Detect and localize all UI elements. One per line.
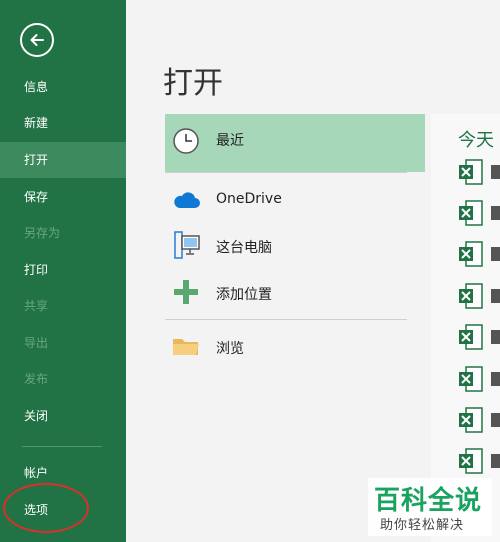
excel-file-icon[interactable] [458,240,484,268]
location-label: 浏览 [216,341,244,357]
file-name-fragment [491,330,500,344]
location-browse[interactable]: 浏览 [165,319,425,377]
nav-open[interactable]: 打开 [0,142,126,178]
location-recent[interactable]: 最近 [165,114,425,172]
excel-file-icon[interactable] [458,323,484,351]
backstage-sidebar: 信息 新建 打开 保存 另存为 打印 共享 导出 发布 关闭 帐户 选项 [0,0,126,542]
highlight-circle [3,483,89,533]
nav-save-as[interactable]: 另存为 [0,215,126,251]
nav-close[interactable]: 关闭 [0,398,126,434]
file-name-fragment [491,372,500,386]
clock-icon [173,128,199,154]
recent-group-today: 今天 [458,130,494,151]
watermark-subtitle: 助你轻松解决 [380,518,465,533]
file-name-fragment [491,413,500,427]
open-panel: 打开 最近 OneDrive 这台电脑 添加位置 浏览 今天 [126,0,500,542]
file-name-fragment [491,247,500,261]
excel-file-icon[interactable] [458,158,484,186]
file-name-fragment [491,454,500,468]
nav-info[interactable]: 信息 [0,69,126,105]
cloud-icon [174,192,200,208]
watermark-title: 百科全说 [374,486,483,516]
nav-share[interactable]: 共享 [0,288,126,324]
sidebar-divider [22,446,102,447]
file-name-fragment [491,165,500,179]
location-label: OneDrive [216,191,282,207]
computer-icon [174,231,200,259]
nav-publish[interactable]: 发布 [0,361,126,397]
excel-file-icon[interactable] [458,199,484,227]
location-label: 这台电脑 [216,240,272,256]
file-name-fragment [491,206,500,220]
nav-print[interactable]: 打印 [0,252,126,288]
page-title: 打开 [163,66,223,101]
plus-icon [174,280,198,304]
back-button[interactable] [20,23,54,57]
excel-file-icon[interactable] [458,406,484,434]
excel-file-icon[interactable] [458,447,484,475]
nav-export[interactable]: 导出 [0,325,126,361]
location-add[interactable]: 添加位置 [165,264,425,322]
excel-file-icon[interactable] [458,282,484,310]
location-label: 最近 [216,133,244,149]
nav-save[interactable]: 保存 [0,179,126,215]
folder-icon [173,339,199,355]
nav-new[interactable]: 新建 [0,105,126,141]
watermark: 百科全说 助你轻松解决 [368,478,492,536]
back-arrow-icon [30,34,44,46]
location-label: 添加位置 [216,287,272,303]
excel-file-icon[interactable] [458,365,484,393]
file-name-fragment [491,289,500,303]
